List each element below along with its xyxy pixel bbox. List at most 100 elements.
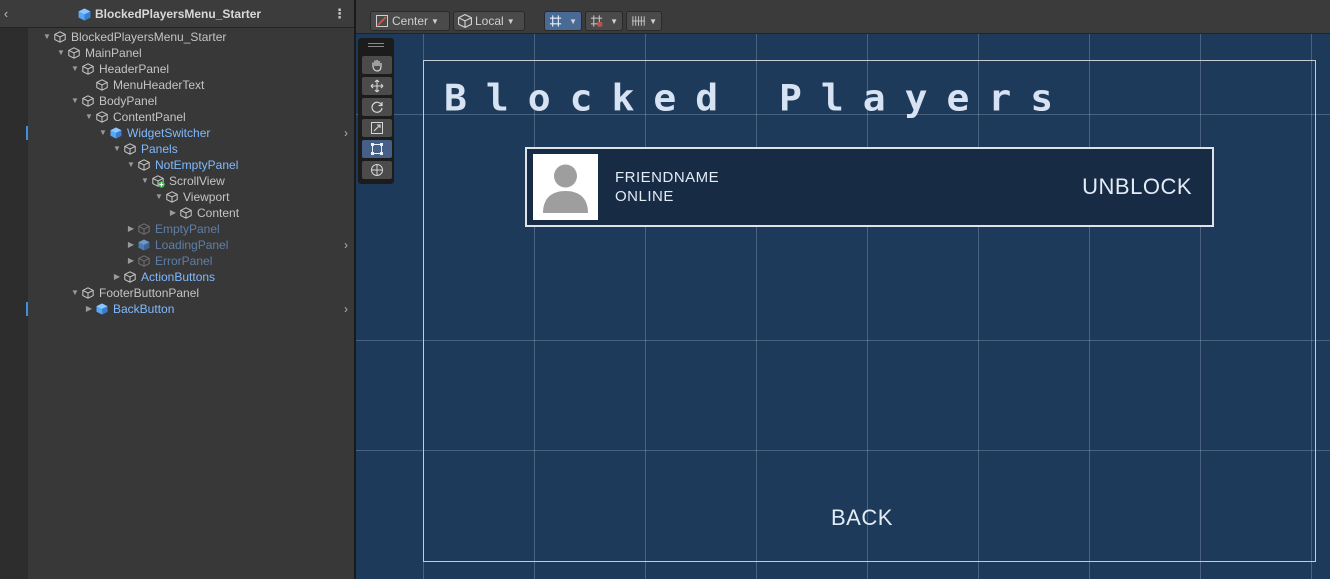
open-prefab-arrow-icon[interactable]: › <box>344 237 348 253</box>
expand-arrow-down-icon[interactable]: ▼ <box>70 61 80 77</box>
gameobject-cube-icon <box>138 255 150 267</box>
ruler-grid-icon <box>631 16 646 26</box>
scene-viewport[interactable]: Blocked Players FRIENDNAME ONLINE UNBLOC… <box>356 34 1330 579</box>
hierarchy-item-footer-button-panel[interactable]: ▼ FooterButtonPanel <box>28 285 354 301</box>
unblock-button[interactable]: UNBLOCK <box>1082 174 1192 200</box>
chevron-down-icon: ▼ <box>431 16 439 26</box>
pivot-label: Center <box>392 14 429 28</box>
palette-grip-icon[interactable] <box>368 43 384 47</box>
expand-arrow-right-icon[interactable]: ▶ <box>126 221 136 237</box>
gameobject-cube-icon <box>124 271 136 283</box>
friend-status-text: ONLINE <box>615 188 674 205</box>
hierarchy-item-label: NotEmptyPanel <box>155 158 239 172</box>
hierarchy-item-label: WidgetSwitcher <box>127 126 211 140</box>
hierarchy-item-label: BlockedPlayersMenu_Starter <box>71 30 227 44</box>
expand-arrow-right-icon[interactable]: ▶ <box>84 301 94 317</box>
hierarchy-item-back-button[interactable]: ▶ BackButton › <box>26 301 354 317</box>
hierarchy-item-scroll-view[interactable]: ▼ ScrollView <box>28 173 354 189</box>
user-avatar-icon <box>543 164 588 213</box>
hierarchy-item-label: ErrorPanel <box>155 254 213 268</box>
expand-arrow-right-icon[interactable]: ▶ <box>126 237 136 253</box>
pivot-dropdown[interactable]: Center ▼ <box>370 11 450 31</box>
expand-arrow-right-icon[interactable]: ▶ <box>168 205 178 221</box>
expand-arrow-down-icon[interactable]: ▼ <box>70 93 80 109</box>
menu-header-text[interactable]: Blocked Players <box>444 77 1072 119</box>
back-arrow-icon[interactable]: ‹ <box>0 6 12 22</box>
prefab-override-marker <box>26 126 28 140</box>
expand-arrow-right-icon[interactable]: ▶ <box>112 269 122 285</box>
expand-arrow-down-icon[interactable]: ▼ <box>126 157 136 173</box>
gameobject-cube-icon <box>96 111 108 123</box>
snap-settings-toggle[interactable]: ▼ <box>626 11 662 31</box>
hierarchy-item-content[interactable]: ▶ Content <box>28 205 354 221</box>
expand-arrow-right-icon[interactable]: ▶ <box>126 253 136 269</box>
prefab-cube-icon <box>138 239 150 251</box>
chevron-down-icon: ▼ <box>610 16 618 26</box>
move-tool-icon[interactable] <box>362 77 392 95</box>
gameobject-cube-icon <box>166 191 178 203</box>
open-prefab-arrow-icon[interactable]: › <box>344 301 348 317</box>
gameobject-cube-icon <box>82 95 94 107</box>
expand-arrow-down-icon[interactable]: ▼ <box>84 109 94 125</box>
back-button[interactable]: BACK <box>831 505 893 531</box>
hierarchy-panel: ‹ BlockedPlayersMenu_Starter ⋮ ▼ BlockedP… <box>0 0 354 579</box>
expand-arrow-down-icon[interactable]: ▼ <box>154 189 164 205</box>
space-dropdown[interactable]: Local ▼ <box>453 11 525 31</box>
gameobject-cube-icon <box>68 47 80 59</box>
hierarchy-item-menu-header-text[interactable]: MenuHeaderText <box>28 77 354 93</box>
blocked-player-entry[interactable]: FRIENDNAME ONLINE UNBLOCK <box>525 147 1214 227</box>
hierarchy-item-label: MainPanel <box>85 46 142 60</box>
hierarchy-item-body-panel[interactable]: ▼ BodyPanel <box>28 93 354 109</box>
scale-tool-icon[interactable] <box>362 119 392 137</box>
rotate-tool-icon[interactable] <box>362 98 392 116</box>
scene-toolbar: Center ▼ Local ▼ ▼ ▼ ▼ <box>356 0 1330 34</box>
hierarchy-item-label: Panels <box>141 142 178 156</box>
hierarchy-item-loading-panel[interactable]: ▶ LoadingPanel › <box>28 237 354 253</box>
hierarchy-item-label: BackButton <box>113 302 175 316</box>
gameobject-cube-icon <box>82 63 94 75</box>
gameobject-cube-icon <box>152 175 165 188</box>
expand-arrow-down-icon[interactable]: ▼ <box>42 29 52 45</box>
prefab-cube-icon <box>78 8 91 20</box>
snap-grid-icon <box>590 15 603 27</box>
hierarchy-item-header-panel[interactable]: ▼ HeaderPanel <box>28 61 354 77</box>
gameobject-cube-icon <box>124 143 136 155</box>
transform-tool-icon[interactable] <box>362 161 392 179</box>
hand-tool-icon[interactable] <box>362 56 392 74</box>
chevron-down-icon: ▼ <box>506 16 515 26</box>
hierarchy-item-label: Content <box>197 206 240 220</box>
grid-snap-toggle[interactable]: ▼ <box>544 11 582 31</box>
hierarchy-item-label: ActionButtons <box>141 270 216 284</box>
hierarchy-item-error-panel[interactable]: ▶ ErrorPanel <box>28 253 354 269</box>
hierarchy-item-not-empty-panel[interactable]: ▼ NotEmptyPanel <box>28 157 354 173</box>
chevron-down-icon: ▼ <box>569 16 577 26</box>
avatar <box>533 154 598 220</box>
expand-arrow-down-icon[interactable]: ▼ <box>140 173 150 189</box>
hierarchy-item-blocked-players-menu-starter[interactable]: ▼ BlockedPlayersMenu_Starter <box>28 29 354 45</box>
hierarchy-item-panels[interactable]: ▼ Panels <box>28 141 354 157</box>
increment-snap-toggle[interactable]: ▼ <box>585 11 623 31</box>
hierarchy-item-viewport[interactable]: ▼ Viewport <box>28 189 354 205</box>
hierarchy-item-empty-panel[interactable]: ▶ EmptyPanel <box>28 221 354 237</box>
hierarchy-item-content-panel[interactable]: ▼ ContentPanel <box>28 109 354 125</box>
hierarchy-item-label: BodyPanel <box>99 94 158 108</box>
gameobject-cube-icon <box>82 287 94 299</box>
hierarchy-item-label: LoadingPanel <box>155 238 229 252</box>
more-options-icon[interactable]: ⋮ <box>333 6 346 22</box>
rect-tool-icon[interactable] <box>362 140 392 158</box>
gameobject-cube-icon <box>54 31 66 43</box>
chevron-down-icon: ▼ <box>649 16 657 26</box>
expand-arrow-down-icon[interactable]: ▼ <box>56 45 66 61</box>
hierarchy-item-main-panel[interactable]: ▼ MainPanel <box>28 45 354 61</box>
prefab-cube-icon <box>96 303 108 315</box>
tool-palette <box>358 38 394 184</box>
expand-arrow-down-icon[interactable]: ▼ <box>70 285 80 301</box>
prefab-stage-title: BlockedPlayersMenu_Starter <box>78 6 261 22</box>
hierarchy-item-action-buttons[interactable]: ▶ ActionButtons <box>28 269 354 285</box>
prefab-stage-title-text: BlockedPlayersMenu_Starter <box>95 7 262 21</box>
hierarchy-item-widget-switcher[interactable]: ▼ WidgetSwitcher › <box>26 125 354 141</box>
open-prefab-arrow-icon[interactable]: › <box>344 125 348 141</box>
expand-arrow-down-icon[interactable]: ▼ <box>98 125 108 141</box>
expand-arrow-down-icon[interactable]: ▼ <box>112 141 122 157</box>
canvas-bounds <box>423 60 1316 562</box>
